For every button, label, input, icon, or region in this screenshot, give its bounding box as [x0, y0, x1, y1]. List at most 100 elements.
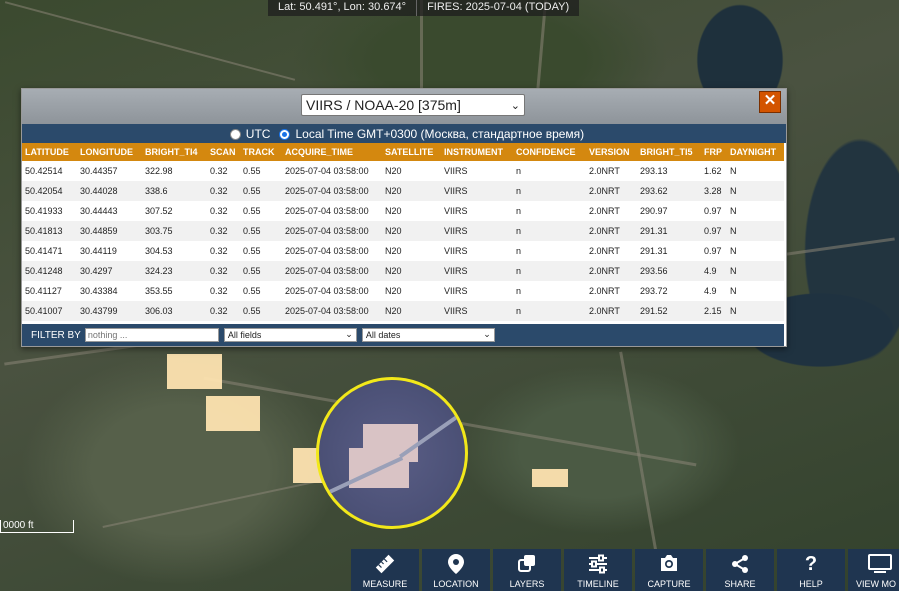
- table-cell: n: [513, 301, 586, 321]
- chevron-down-icon: ⌄: [483, 329, 491, 339]
- table-cell: 50.41471: [22, 241, 77, 261]
- table-cell: n: [513, 201, 586, 221]
- table-cell: N20: [382, 301, 441, 321]
- table-cell: 322.98: [142, 161, 207, 181]
- fire-detection-area[interactable]: [532, 469, 568, 487]
- table-cell: 0.32: [207, 221, 240, 241]
- table-cell: 307.52: [142, 201, 207, 221]
- table-cell: 0.55: [240, 181, 282, 201]
- table-cell: 0.55: [240, 221, 282, 241]
- table-cell: N: [727, 261, 784, 281]
- table-row[interactable]: 50.41933 30.44443 307.52 0.32 0.55 2025-07-04…: [22, 201, 784, 221]
- table-cell: 2.0NRT: [586, 201, 637, 221]
- capture-button[interactable]: CAPTURE: [635, 549, 703, 591]
- table-row[interactable]: 50.41127 30.43384 353.55 0.32 0.55 2025-07-04…: [22, 281, 784, 301]
- measure-label: MEASURE: [362, 579, 408, 589]
- measure-button[interactable]: MEASURE: [351, 549, 419, 591]
- column-header[interactable]: INSTRUMENT: [441, 143, 513, 161]
- column-header[interactable]: SCAN: [207, 143, 240, 161]
- column-header[interactable]: TRACK: [240, 143, 282, 161]
- date-filter-value: All dates: [365, 330, 401, 340]
- local-time-label: Local Time GMT+0300 (Москва, стандартное…: [295, 127, 585, 141]
- table-cell: 50.42514: [22, 161, 77, 181]
- table-cell: 0.32: [207, 261, 240, 281]
- table-cell: VIIRS: [441, 281, 513, 301]
- view-mode-button[interactable]: VIEW MO: [848, 549, 899, 591]
- table-cell: 2025-07-04 03:58:00: [282, 301, 382, 321]
- table-cell: N20: [382, 201, 441, 221]
- satellite-select-value: VIIRS / NOAA-20 [375m]: [306, 97, 461, 113]
- table-cell: N20: [382, 161, 441, 181]
- fire-detection-area[interactable]: [206, 396, 260, 431]
- column-header[interactable]: CONFIDENCE: [513, 143, 586, 161]
- location-label: LOCATION: [433, 579, 479, 589]
- table-row[interactable]: 50.42054 30.44028 338.6 0.32 0.55 2025-07-04 …: [22, 181, 784, 201]
- table-cell: 291.31: [637, 241, 701, 261]
- map-status-bar: Lat: 50.491°, Lon: 30.674° FIRES: 2025-0…: [268, 0, 580, 16]
- table-cell: 2025-07-04 03:58:00: [282, 221, 382, 241]
- table-cell: 353.55: [142, 281, 207, 301]
- column-header[interactable]: BRIGHT_TI4: [142, 143, 207, 161]
- location-pin-icon: [422, 554, 490, 574]
- column-header[interactable]: SATELLITE: [382, 143, 441, 161]
- date-filter-select[interactable]: All dates ⌄: [361, 328, 495, 342]
- table-row[interactable]: 50.41471 30.44119 304.53 0.32 0.55 2025-07-04…: [22, 241, 784, 261]
- fire-detection-area[interactable]: [167, 354, 222, 389]
- table-cell: 0.55: [240, 161, 282, 181]
- table-cell: 0.32: [207, 181, 240, 201]
- table-cell: VIIRS: [441, 161, 513, 181]
- table-row[interactable]: 50.42514 30.44357 322.98 0.32 0.55 2025-07-04…: [22, 161, 784, 181]
- timeline-button[interactable]: TIMELINE: [564, 549, 632, 591]
- table-cell: N20: [382, 181, 441, 201]
- filter-text-input[interactable]: [84, 328, 219, 342]
- table-cell: 2025-07-04 03:58:00: [282, 181, 382, 201]
- help-icon: ?: [804, 553, 818, 575]
- fires-date: FIRES: 2025-07-04 (TODAY): [416, 0, 579, 16]
- table-cell: 0.97: [701, 241, 727, 261]
- table-cell: 0.97: [701, 201, 727, 221]
- column-header[interactable]: BRIGHT_TI5: [637, 143, 701, 161]
- time-zone-selector: UTC Local Time GMT+0300 (Москва, стандар…: [22, 124, 786, 143]
- column-header[interactable]: VERSION: [586, 143, 637, 161]
- table-row[interactable]: 50.41813 30.44859 303.75 0.32 0.55 2025-07-04…: [22, 221, 784, 241]
- table-cell: 4.9: [701, 261, 727, 281]
- share-button[interactable]: SHARE: [706, 549, 774, 591]
- table-cell: VIIRS: [441, 241, 513, 261]
- table-cell: 338.6: [142, 181, 207, 201]
- sliders-icon: [564, 554, 632, 574]
- table-row[interactable]: 50.41007 30.43799 306.03 0.32 0.55 2025-07-04…: [22, 301, 784, 321]
- table-cell: VIIRS: [441, 261, 513, 281]
- table-cell: N: [727, 241, 784, 261]
- table-cell: n: [513, 161, 586, 181]
- table-cell: 2025-07-04 03:58:00: [282, 281, 382, 301]
- local-time-radio[interactable]: [279, 128, 291, 140]
- table-cell: n: [513, 261, 586, 281]
- table-cell: 0.32: [207, 161, 240, 181]
- table-cell: N20: [382, 281, 441, 301]
- close-button[interactable]: ✕: [759, 91, 781, 113]
- column-header[interactable]: DAYNIGHT: [727, 143, 784, 161]
- layers-label: LAYERS: [509, 579, 545, 589]
- column-header[interactable]: ACQUIRE_TIME: [282, 143, 382, 161]
- table-cell: 2025-07-04 03:58:00: [282, 261, 382, 281]
- column-header[interactable]: LATITUDE: [22, 143, 77, 161]
- column-header[interactable]: LONGITUDE: [77, 143, 142, 161]
- table-cell: 50.42054: [22, 181, 77, 201]
- table-row[interactable]: 50.41248 30.4297 324.23 0.32 0.55 2025-07-04 …: [22, 261, 784, 281]
- table-cell: 293.13: [637, 161, 701, 181]
- table-cell: 50.41248: [22, 261, 77, 281]
- location-button[interactable]: LOCATION: [422, 549, 490, 591]
- table-cell: 2.0NRT: [586, 161, 637, 181]
- column-header[interactable]: FRP: [701, 143, 727, 161]
- field-filter-select[interactable]: All fields ⌄: [223, 328, 357, 342]
- utc-radio[interactable]: [229, 128, 241, 140]
- layers-button[interactable]: LAYERS: [493, 549, 561, 591]
- selection-circle[interactable]: [316, 377, 468, 529]
- table-cell: 4.9: [701, 281, 727, 301]
- view-mode-label: VIEW MO: [856, 579, 896, 589]
- satellite-select[interactable]: VIIRS / NOAA-20 [375m] ⌄: [301, 94, 525, 116]
- help-button[interactable]: ? HELP: [777, 549, 845, 591]
- table-cell: 290.97: [637, 201, 701, 221]
- bottom-toolbar: MEASURE LOCATION LAYERS TIMELINE CAPTURE…: [351, 549, 899, 591]
- table-cell: 30.43384: [77, 281, 142, 301]
